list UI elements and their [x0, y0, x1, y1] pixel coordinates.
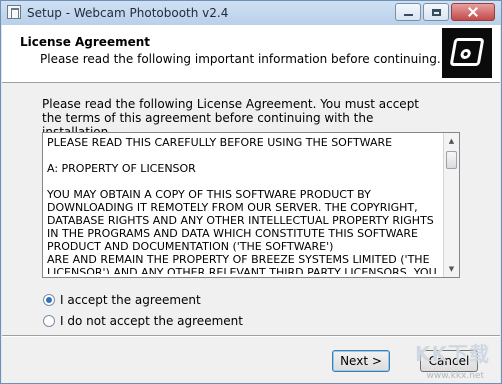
- setup-app-icon: [7, 5, 21, 19]
- watermark-url: www.kkx.net: [426, 371, 485, 381]
- decline-radio[interactable]: [43, 315, 55, 327]
- scroll-up-icon[interactable]: ▲: [444, 133, 459, 149]
- installer-logo-icon: [442, 28, 492, 78]
- minimize-button[interactable]: [395, 3, 421, 21]
- next-button[interactable]: Next >: [332, 350, 390, 372]
- watermark-brand: KK下载: [415, 342, 490, 366]
- maximize-icon: [431, 8, 441, 16]
- scroll-thumb[interactable]: [446, 151, 457, 169]
- accept-radio[interactable]: [43, 294, 55, 306]
- decline-label: I do not accept the agreement: [60, 314, 243, 328]
- caption-buttons: [395, 3, 495, 21]
- title-bar[interactable]: Setup - Webcam Photobooth v2.4: [1, 1, 501, 25]
- license-scrollbar[interactable]: ▲ ▼: [443, 133, 459, 277]
- license-text: PLEASE READ THIS CAREFULLY BEFORE USING …: [47, 136, 437, 274]
- page-title: License Agreement: [20, 35, 151, 49]
- footer-divider: [2, 335, 500, 337]
- scroll-down-icon[interactable]: ▼: [444, 261, 459, 277]
- window-title: Setup - Webcam Photobooth v2.4: [27, 6, 229, 20]
- setup-window: Setup - Webcam Photobooth v2.4 License A…: [0, 0, 502, 384]
- close-button[interactable]: [451, 3, 495, 21]
- maximize-button[interactable]: [423, 3, 449, 21]
- page-subtitle: Please read the following important info…: [40, 52, 441, 66]
- wizard-header: License Agreement Please read the follow…: [2, 25, 500, 83]
- license-textbox[interactable]: PLEASE READ THIS CAREFULLY BEFORE USING …: [42, 132, 460, 278]
- close-icon: [468, 7, 478, 17]
- accept-option[interactable]: I accept the agreement: [43, 293, 201, 307]
- wizard-client-area: License Agreement Please read the follow…: [2, 25, 500, 383]
- decline-option[interactable]: I do not accept the agreement: [43, 314, 243, 328]
- minimize-icon: [403, 14, 413, 16]
- accept-label: I accept the agreement: [60, 293, 201, 307]
